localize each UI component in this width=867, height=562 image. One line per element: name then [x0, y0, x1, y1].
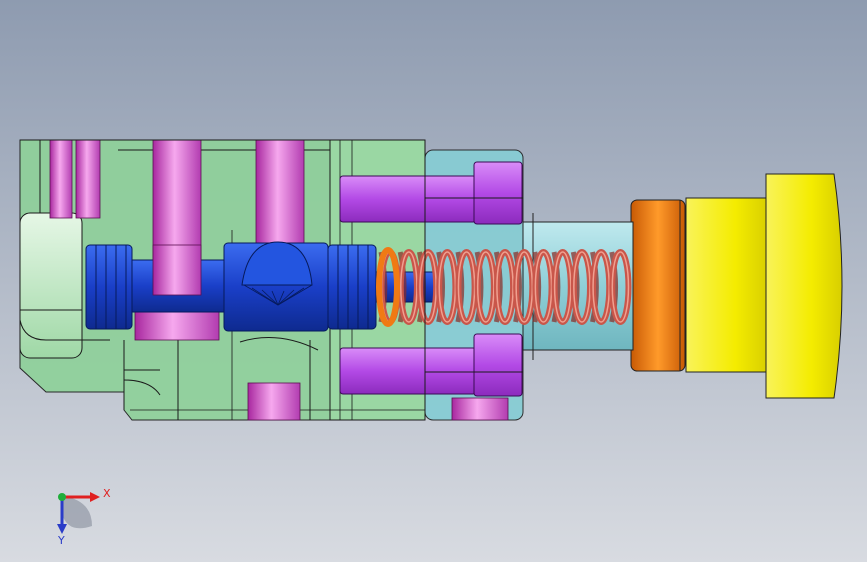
y-axis-label: Y — [57, 534, 65, 547]
cad-viewport[interactable]: X Y — [0, 0, 867, 562]
z-axis-dot — [58, 493, 66, 501]
valve-assembly-drawing: X Y — [0, 0, 867, 562]
x-axis-label: X — [103, 487, 111, 500]
adjustment-knob — [685, 173, 843, 399]
lock-nut — [630, 199, 686, 372]
